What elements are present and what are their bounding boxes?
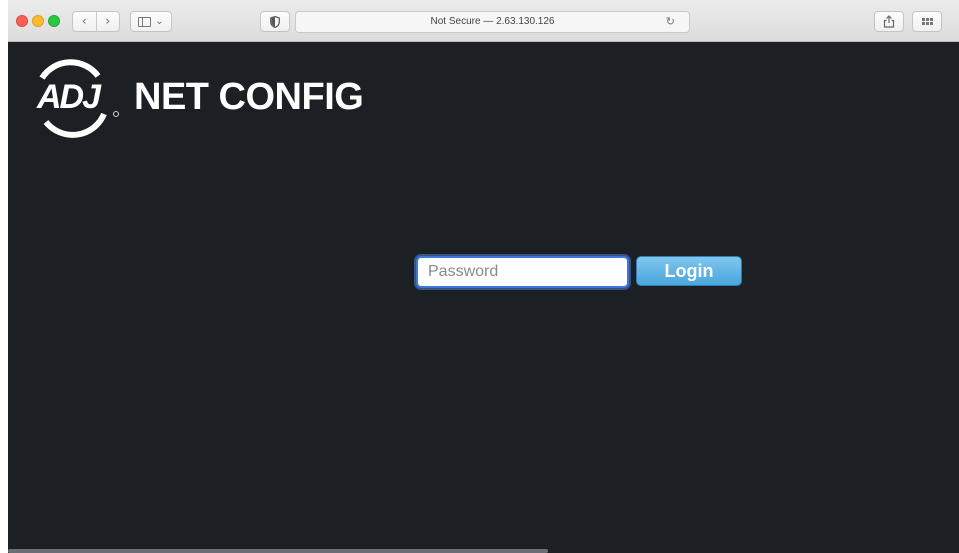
browser-toolbar: ‹ › ⌄ Not Secure — 2.63.130.126 ↻ — [8, 0, 959, 42]
logo-text: ADJ — [36, 78, 102, 116]
close-window-button[interactable] — [16, 15, 28, 27]
adj-logo: ADJ — [36, 59, 119, 138]
navigation-buttons: ‹ › — [72, 11, 120, 32]
tab-overview-button[interactable] — [912, 11, 942, 32]
reload-icon[interactable]: ↻ — [666, 15, 675, 28]
address-text: Not Secure — 2.63.130.126 — [430, 16, 555, 27]
sidebar-button[interactable]: ⌄ — [130, 11, 172, 32]
tabs-overview-icon — [921, 18, 933, 25]
login-button[interactable]: Login — [636, 256, 742, 286]
sidebar-icon — [138, 16, 152, 27]
horizontal-scrollbar[interactable] — [8, 549, 548, 553]
minimize-window-button[interactable] — [32, 15, 44, 27]
browser-window: ‹ › ⌄ Not Secure — 2.63.130.126 ↻ ADJ NE… — [8, 0, 959, 553]
zoom-window-button[interactable] — [48, 15, 60, 27]
share-icon — [883, 15, 895, 28]
forward-icon[interactable]: › — [97, 12, 120, 31]
password-input[interactable] — [416, 256, 629, 288]
back-icon[interactable]: ‹ — [73, 12, 97, 31]
address-bar[interactable]: Not Secure — 2.63.130.126 ↻ — [295, 11, 690, 33]
chevron-down-icon: ⌄ — [155, 16, 164, 27]
privacy-report-button[interactable] — [260, 11, 290, 32]
share-button[interactable] — [874, 11, 904, 32]
page-title: NET CONFIG — [134, 76, 364, 118]
shield-icon — [270, 15, 280, 28]
